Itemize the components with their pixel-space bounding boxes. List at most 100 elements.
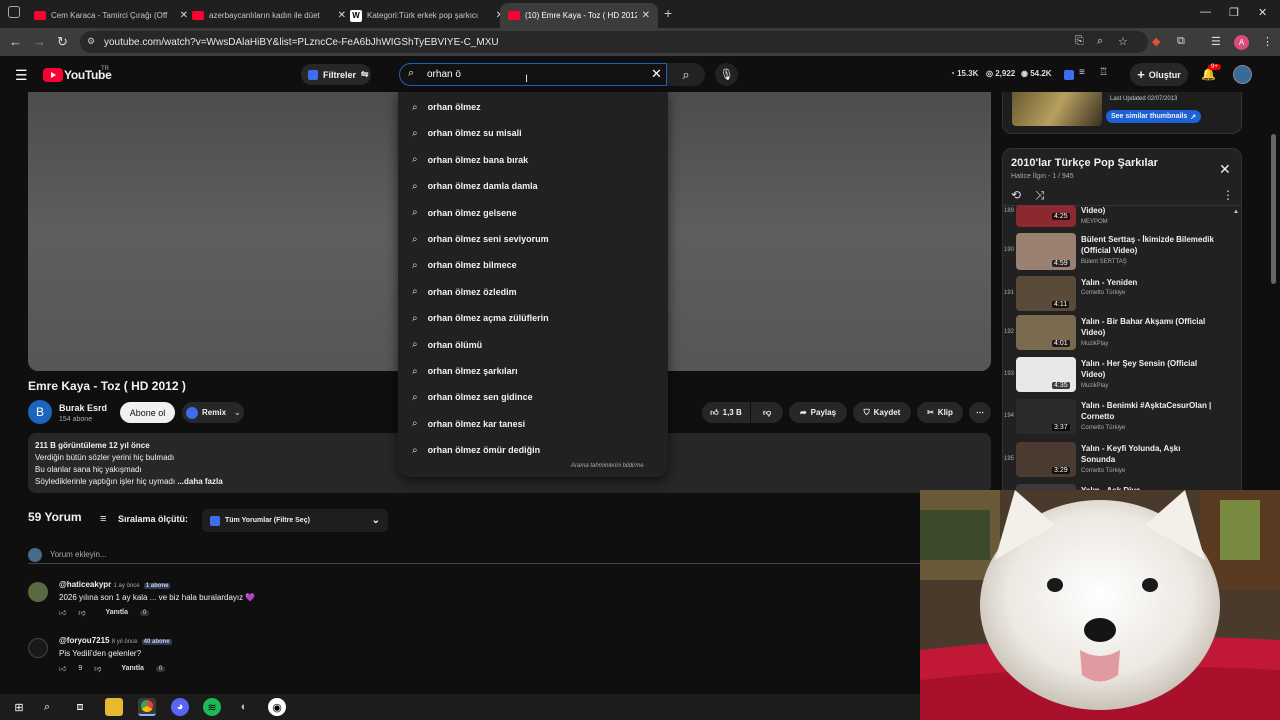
search-suggestion[interactable]: ⌕ orhan ölmez (398, 94, 668, 120)
comment-author[interactable]: @foryou7215 (59, 636, 109, 645)
remix-button[interactable]: Remix ⌄ (182, 402, 244, 423)
browser-tab-active[interactable]: (10) Emre Kaya - Toz ( HD 2012 ) ✕ (500, 3, 658, 28)
reload-icon[interactable]: ↻ (57, 34, 68, 50)
playlist-title[interactable]: 2010'lar Türkçe Pop Şarkılar (1011, 157, 1158, 169)
scroll-up-icon[interactable]: ▲ (1233, 209, 1239, 215)
sort-icon[interactable]: ≡ (100, 513, 106, 525)
comment-author[interactable]: @haticeakypr (59, 580, 111, 589)
spotify-icon[interactable]: ≋ (203, 698, 221, 716)
filters-button[interactable]: Filtreler ⇋ (301, 64, 371, 85)
playlist-item[interactable]: 191 4:11 Yalın - Yeniden Cornetto Türkiye (1002, 274, 1232, 316)
search-button[interactable]: ⌕ (667, 63, 705, 86)
file-explorer-icon[interactable] (105, 698, 123, 716)
forward-icon[interactable]: → (33, 34, 46, 49)
search-suggestion[interactable]: ⌕ orhan ölmez su misali (398, 120, 668, 146)
list-icon[interactable]: ≡ (1079, 67, 1085, 78)
search-suggestion[interactable]: ⌕ orhan ölmez bilmece (398, 252, 668, 278)
playlist-item[interactable]: 190 4:59 Bülent Serttaş - İkimizde Bilemed… (1002, 231, 1232, 273)
search-suggestion[interactable]: ⌕ orhan ölmez damla damla (398, 173, 668, 199)
browser-tab[interactable]: W Kategori:Türk erkek pop şarkıcı ✕ (342, 3, 512, 28)
extension-badge-icon[interactable] (1064, 69, 1074, 83)
search-suggestion[interactable]: ⌕ orhan ölmez kar tanesi (398, 411, 668, 437)
search-suggestion[interactable]: ⌕ orhan ölmez ömür dediğin (398, 437, 668, 463)
voice-search-button[interactable]: 🎙 (715, 63, 738, 86)
search-icon[interactable]: ⌕ (38, 698, 56, 716)
obs-icon[interactable]: ◉ (268, 698, 286, 716)
create-button[interactable]: + Oluştur (1130, 63, 1188, 86)
like-button[interactable]: 👍︎ 1,3 B (702, 402, 750, 423)
dislike-button[interactable]: 👎︎ (751, 402, 783, 423)
hamburger-menu-icon[interactable]: ☰ (15, 67, 28, 84)
thumbs-up-icon[interactable]: 👍︎ (59, 664, 66, 673)
thumbs-up-icon[interactable]: 👍︎ (59, 608, 66, 617)
site-info-icon[interactable]: ⚙ (87, 36, 95, 47)
search-suggestion[interactable]: ⌕ orhan ölmez şarkıları (398, 358, 668, 384)
browser-tab[interactable]: azerbaycanlıların kadın ile düet ✕ (184, 3, 354, 28)
award-icon[interactable]: ♖ (1099, 67, 1108, 78)
see-similar-button[interactable]: See similar thumbnails ↗ (1106, 110, 1202, 123)
page-scrollbar[interactable] (1271, 134, 1276, 284)
install-app-icon[interactable]: ⎘ (1075, 35, 1084, 48)
more-actions-button[interactable]: ⋯ (969, 402, 991, 423)
comment-filter-select[interactable]: Tüm Yorumlar (Filtre Seç) ⌄ (202, 509, 388, 532)
sort-label[interactable]: Sıralama ölçütü: (118, 514, 188, 524)
close-tab-icon[interactable]: ✕ (642, 10, 650, 21)
channel-name[interactable]: Burak Esrd (59, 403, 107, 413)
reading-list-icon[interactable]: ☰ (1211, 35, 1221, 48)
search-suggestion[interactable]: ⌕ orhan ölmez özledim (398, 279, 668, 305)
bookmark-star-icon[interactable]: ☆ (1118, 35, 1128, 48)
tab-search-icon[interactable] (8, 6, 20, 18)
clear-search-icon[interactable]: ✕ (651, 66, 662, 82)
windows-start-icon[interactable]: ⊞ (10, 698, 28, 716)
extension-icon[interactable]: ◆ (1152, 35, 1160, 48)
search-suggestion[interactable]: ⌕ orhan ölmez sen gidince (398, 384, 668, 410)
zoom-icon[interactable]: ⌕ (1097, 35, 1103, 48)
back-icon[interactable]: ← (9, 34, 22, 49)
account-avatar[interactable] (1233, 65, 1252, 84)
thumbs-down-icon[interactable]: 👎︎ (94, 664, 101, 673)
search-suggestion[interactable]: ⌕ orhan ölmez seni seviyorum (398, 226, 668, 252)
youtube-logo-icon[interactable] (43, 68, 63, 82)
search-icon: ⌕ (412, 180, 418, 192)
search-suggestion[interactable]: ⌕ orhan ölmez açma zülüflerin (398, 305, 668, 331)
playlist-item[interactable]: 194 3:37 Yalın - Benimki #AşktaCesurOlan |… (1002, 397, 1232, 439)
restore-icon[interactable]: ❐ (1229, 6, 1239, 19)
chrome-icon[interactable] (138, 698, 156, 716)
card-thumbnail[interactable] (1012, 92, 1102, 126)
commenter-avatar[interactable] (28, 582, 48, 602)
channel-avatar[interactable]: B (28, 400, 52, 424)
playlist-item[interactable]: 192 4:01 Yalın - Bir Bahar Akşamı (Officia… (1002, 313, 1232, 355)
search-suggestion[interactable]: ⌕ orhan ölmez gelsene (398, 200, 668, 226)
report-predictions-link[interactable]: Arama tahminlerini bildirme (571, 463, 644, 469)
commenter-avatar[interactable] (28, 638, 48, 658)
thumbs-down-icon[interactable]: 👎︎ (78, 608, 85, 617)
clip-button[interactable]: ✂ Klip (917, 402, 963, 423)
close-window-icon[interactable]: ✕ (1258, 6, 1267, 19)
share-button[interactable]: ➦ Paylaş (789, 402, 847, 423)
search-suggestion[interactable]: ⌕ orhan ölmez bana bırak (398, 147, 668, 173)
subscribe-button[interactable]: Abone ol (120, 402, 175, 423)
search-input[interactable]: orhan ö (399, 63, 667, 86)
profile-avatar[interactable]: A (1234, 35, 1249, 50)
browser-tab[interactable]: Cem Karaca - Tamirci Çırağı (Off ✕ (26, 3, 196, 28)
show-more-link[interactable]: ...daha fazla (177, 477, 222, 486)
reply-button[interactable]: Yanıtla (121, 665, 144, 672)
shuffle-icon[interactable]: ⤨ (1035, 188, 1045, 203)
playlist-item[interactable]: 193 4:35 Yalın - Her Şey Sensin (Official … (1002, 355, 1232, 397)
add-comment-input[interactable]: Yorum ekleyin... (28, 546, 920, 564)
steam-icon[interactable]: ◐ (235, 698, 253, 716)
more-menu-icon[interactable]: ⋮ (1262, 35, 1273, 48)
new-tab-button[interactable]: + (664, 5, 672, 21)
extensions-puzzle-icon[interactable]: ⧉ (1177, 35, 1185, 48)
discord-icon[interactable]: ◕ (171, 698, 189, 716)
loop-icon[interactable]: ⟲ (1011, 188, 1021, 202)
url-input[interactable]: youtube.com/watch?v=WwsDAlaHiBY&list=PLz… (80, 31, 1148, 53)
task-view-icon[interactable]: ⧈ (71, 698, 89, 716)
close-playlist-icon[interactable]: ✕ (1219, 161, 1231, 178)
search-suggestion[interactable]: ⌕ orhan ölümü (398, 332, 668, 358)
playlist-item[interactable]: 195 3:29 Yalın - Keyfi Yolunda, Aşkı Sonun… (1002, 440, 1232, 482)
reply-button[interactable]: Yanıtla (105, 609, 128, 616)
save-button[interactable]: ⛉ Kaydet (853, 402, 911, 423)
more-vertical-icon[interactable]: ⋮ (1222, 188, 1234, 202)
minimize-icon[interactable]: — (1200, 6, 1211, 18)
